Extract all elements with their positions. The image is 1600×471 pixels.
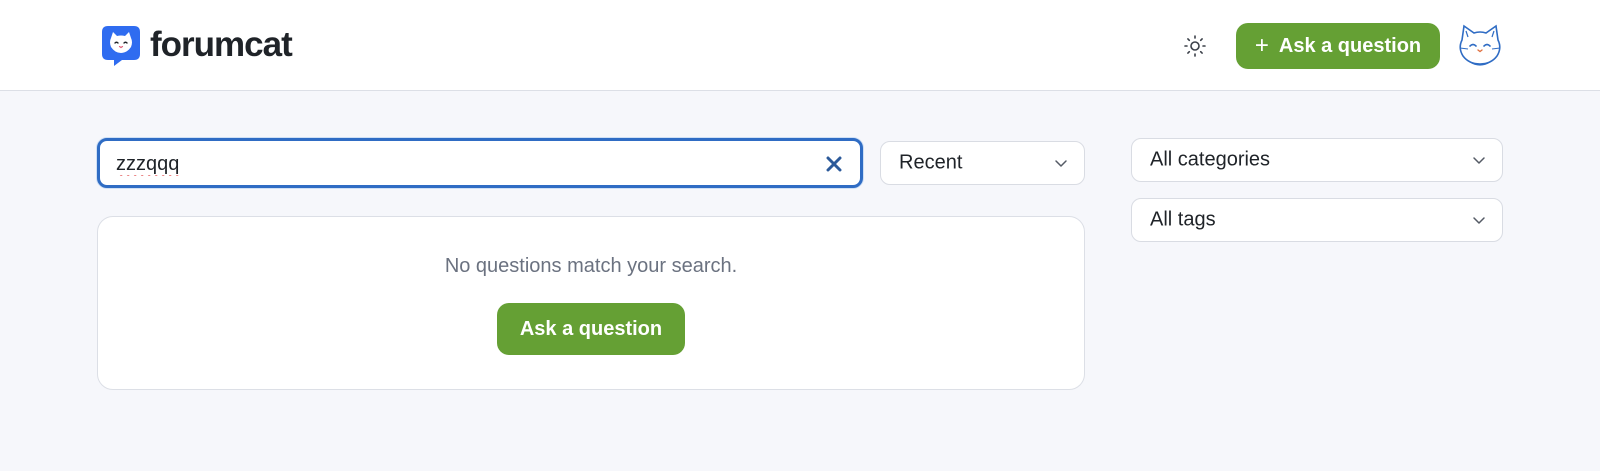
brand-name: forumcat (150, 25, 293, 64)
chevron-down-icon (1473, 157, 1485, 164)
theme-toggle-button[interactable] (1181, 32, 1209, 60)
tag-filter-select[interactable]: All tags (1131, 198, 1503, 242)
search-input[interactable] (116, 150, 796, 178)
top-header: forumcat + Ask a question (0, 0, 1600, 91)
category-selected-value: All categories (1150, 148, 1271, 171)
chevron-down-icon (1055, 160, 1067, 167)
plus-icon: + (1254, 32, 1269, 59)
category-filter-select[interactable]: All categories (1131, 138, 1503, 182)
empty-results-message: No questions match your search. (444, 255, 738, 277)
sort-selected-value: Recent (899, 151, 963, 174)
brand-logo[interactable]: forumcat (100, 24, 293, 66)
sort-select[interactable]: Recent (880, 141, 1085, 185)
user-avatar[interactable] (1456, 22, 1504, 70)
sun-icon (1184, 35, 1206, 57)
tag-selected-value: All tags (1150, 208, 1216, 231)
cat-logo-icon (102, 26, 140, 66)
header-ask-question-button[interactable]: + Ask a question (1236, 23, 1440, 69)
empty-results-card: No questions match your search. Ask a qu… (97, 216, 1085, 390)
search-field[interactable] (97, 138, 863, 188)
close-icon (826, 156, 842, 172)
ask-question-button[interactable]: Ask a question (497, 303, 685, 355)
header-ask-question-label: Ask a question (1278, 34, 1422, 57)
clear-search-button[interactable] (822, 152, 846, 176)
chevron-down-icon (1473, 217, 1485, 224)
